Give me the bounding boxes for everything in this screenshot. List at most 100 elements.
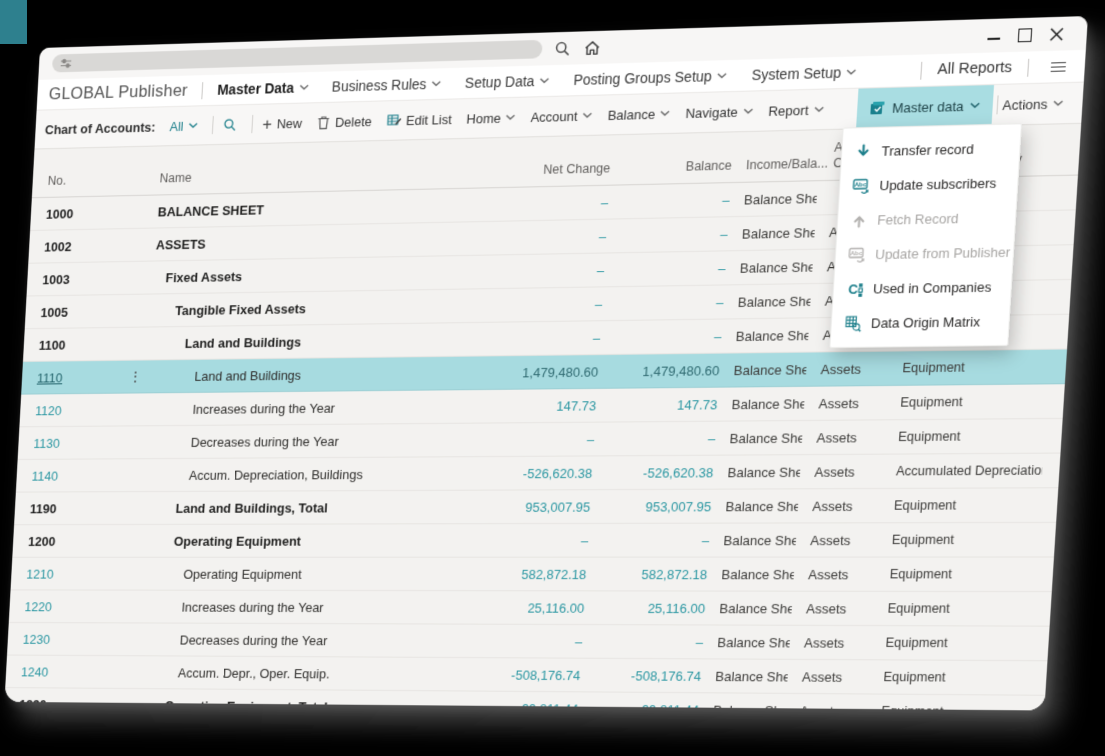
minimize-button[interactable]	[987, 27, 1001, 44]
chevron-down-icon	[813, 106, 824, 113]
balance-cell: –	[604, 260, 726, 277]
nav-item-master-data[interactable]: Master Data	[217, 79, 309, 98]
all-reports-button[interactable]: All Reports	[937, 59, 1012, 78]
net-change-cell: -526,620.38	[433, 465, 593, 481]
column-header-income-balance[interactable]: Income/Bala...	[731, 157, 820, 182]
account-no-link[interactable]: 1210	[26, 566, 112, 581]
chevron-down-icon	[660, 110, 670, 116]
account-no-link[interactable]: 1000	[46, 205, 132, 222]
balance-cell: –	[600, 328, 722, 345]
account-no-link[interactable]: 1120	[35, 402, 121, 418]
account-subcategory-cell: Equipment	[881, 532, 1039, 547]
balance-cell: 953,007.95	[590, 498, 712, 514]
menu-item-update-subscribers[interactable]: AbcUpdate subscribers	[839, 165, 1018, 203]
account-category-cell: Assets	[789, 635, 875, 651]
delete-button[interactable]: Delete	[316, 113, 372, 130]
table-row-1190[interactable]: 1190Land and Buildings, Total953,007.959…	[14, 488, 1058, 525]
table-row-1220[interactable]: 1220Increases during the Year25,116.0025…	[9, 590, 1052, 626]
chevron-down-icon	[846, 69, 857, 76]
account-no-link[interactable]: 1100	[38, 336, 124, 352]
account-name-cell: Increases during the Year	[146, 399, 437, 417]
column-header-net-change[interactable]: Net Change	[450, 161, 611, 188]
download-arrow-icon	[854, 143, 873, 161]
table-row-1200[interactable]: 1200Operating Equipment––Balance SheetAs…	[12, 523, 1056, 558]
toolbar-menu-report[interactable]: Report	[768, 102, 824, 119]
home-icon[interactable]	[583, 39, 602, 57]
corner-artifact	[0, 0, 27, 44]
net-change-cell: 582,872.18	[427, 566, 587, 581]
nav-item-business-rules[interactable]: Business Rules	[331, 75, 441, 94]
account-no-link[interactable]: 1130	[33, 435, 119, 450]
menu-item-data-origin-matrix[interactable]: Data Origin Matrix	[831, 304, 1010, 341]
balance-cell: –	[602, 294, 724, 311]
account-name-cell: Operating Equipment	[137, 566, 428, 581]
balance-cell: –	[606, 226, 728, 244]
chevron-down-icon	[299, 84, 309, 90]
toolbar-menu-navigate[interactable]: Navigate	[685, 103, 753, 120]
account-category-cell: Assets	[787, 669, 873, 685]
window-controls	[987, 25, 1072, 44]
income-balance-cell: Balance Sheet	[709, 532, 797, 548]
actions-menu-button[interactable]: Actions	[1002, 95, 1064, 112]
menu-item-transfer-record[interactable]: Transfer record	[841, 131, 1020, 170]
nav-item-system-setup[interactable]: System Setup	[751, 64, 857, 84]
account-category-cell: Assets	[806, 360, 893, 377]
table-row-1140[interactable]: 1140Accum. Depreciation, Buildings-526,6…	[16, 454, 1061, 493]
nav-item-posting-groups-setup[interactable]: Posting Groups Setup	[573, 67, 728, 88]
hamburger-menu-button[interactable]	[1051, 61, 1066, 71]
income-balance-cell: Balance Sheet	[725, 259, 813, 276]
account-subcategory-cell: Equipment	[892, 359, 1050, 375]
matrix-icon	[844, 314, 863, 332]
table-row-1210[interactable]: 1210Operating Equipment582,872.18582,872…	[11, 558, 1054, 593]
toolbar-menu-balance[interactable]: Balance	[607, 106, 670, 123]
account-no-link[interactable]: 1290	[19, 697, 104, 711]
toolbar-menu-home[interactable]: Home	[466, 110, 516, 127]
toolbar-search-button[interactable]	[222, 117, 237, 132]
account-no-link[interactable]: 1230	[22, 631, 108, 646]
income-balance-cell: Balance Sheet	[711, 498, 799, 514]
divider	[212, 116, 214, 134]
nav-item-setup-data[interactable]: Setup Data	[464, 72, 550, 91]
account-no-link[interactable]: 1005	[40, 303, 126, 319]
account-no-link[interactable]: 1002	[44, 238, 130, 255]
account-no-link[interactable]: 1220	[24, 599, 110, 614]
maximize-button[interactable]	[1018, 26, 1033, 43]
account-category-cell: Assets	[802, 429, 889, 445]
column-header-no[interactable]: No.	[47, 172, 133, 196]
menu-item-used-in-companies[interactable]: CUsed in Companies	[833, 269, 1012, 306]
net-change-cell: –	[447, 228, 607, 246]
income-balance-cell: Balance Sheet	[717, 396, 805, 412]
account-no-link[interactable]: 1190	[30, 501, 116, 516]
divider	[920, 61, 922, 79]
account-no-link[interactable]: 1003	[42, 270, 128, 286]
nav-right-group: All Reports	[905, 57, 1073, 80]
account-no-link[interactable]: 1140	[31, 468, 117, 483]
up-arrow-icon	[850, 211, 869, 229]
search-icon[interactable]	[554, 39, 572, 57]
new-button[interactable]: + New	[262, 114, 303, 132]
chevron-down-icon	[743, 108, 754, 114]
edit-list-button[interactable]: Edit List	[386, 111, 452, 128]
account-no-link[interactable]: 1200	[28, 533, 114, 548]
account-name-cell: Accum. Depr., Oper. Equip.	[132, 665, 422, 682]
column-header-balance[interactable]: Balance	[609, 159, 732, 185]
filter-all-dropdown[interactable]: All	[169, 118, 198, 134]
account-name-cell: BALANCE SHEET	[157, 198, 449, 219]
income-balance-cell: Balance Sheet	[699, 702, 786, 711]
close-button[interactable]	[1049, 25, 1064, 42]
account-no-link[interactable]: 1110	[37, 369, 123, 385]
trash-icon	[316, 114, 330, 130]
toolbar-menu-account[interactable]: Account	[530, 108, 593, 125]
net-change-cell: 1,479,480.60	[439, 364, 599, 381]
svg-text:Abc: Abc	[854, 182, 867, 189]
chevron-down-icon	[539, 78, 549, 84]
master-data-menu-button[interactable]: Master data	[856, 85, 995, 128]
master-data-dropdown-menu: Transfer recordAbcUpdate subscribersFetc…	[829, 123, 1022, 348]
balance-cell: -526,620.38	[592, 464, 714, 480]
income-balance-cell: Balance Sheet	[707, 566, 795, 582]
net-change-cell: –	[443, 296, 603, 314]
menu-item-label: Transfer record	[881, 141, 974, 159]
account-subcategory-cell: Equipment	[873, 670, 1030, 686]
row-options-icon[interactable]: ⋮	[122, 368, 150, 385]
account-no-link[interactable]: 1240	[21, 664, 107, 679]
